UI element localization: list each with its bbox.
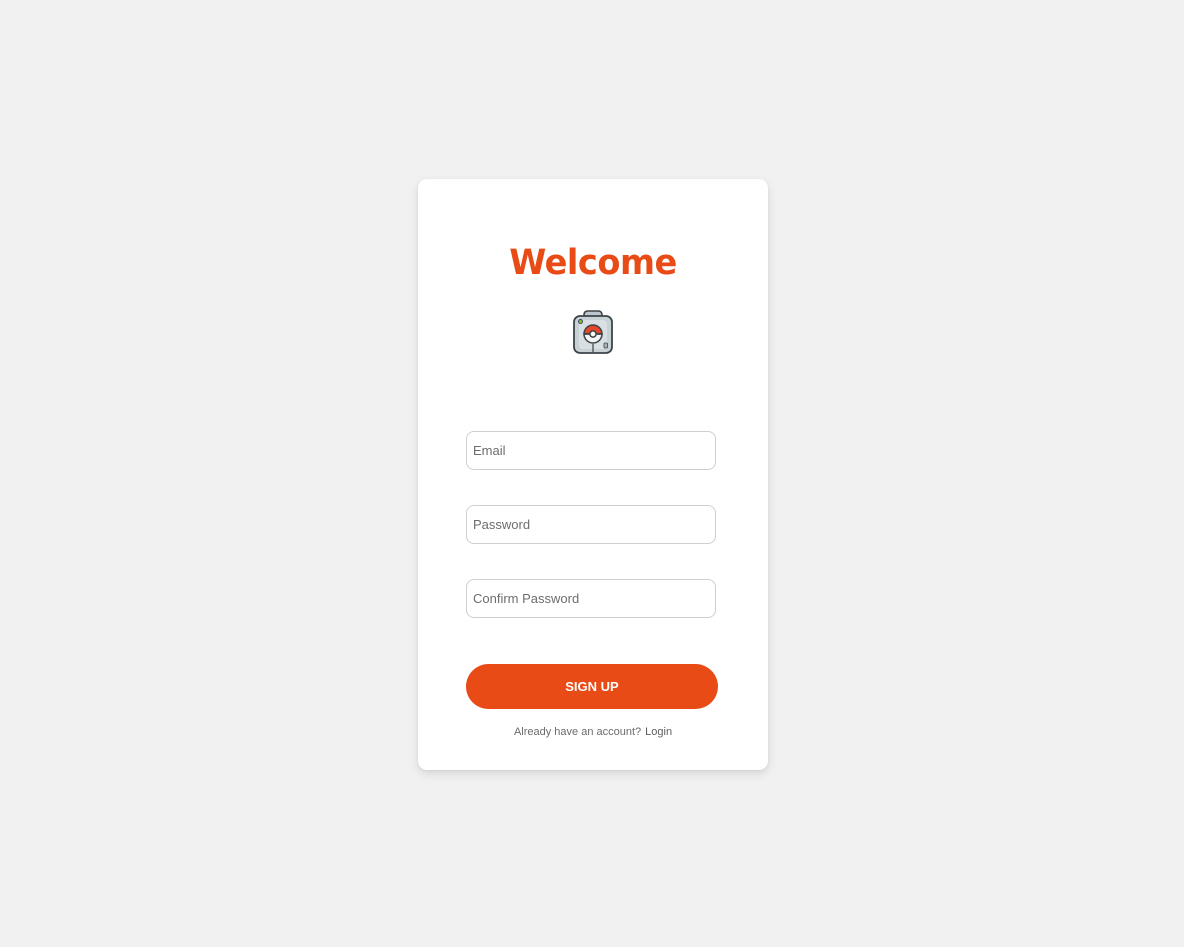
welcome-title: Welcome xyxy=(509,243,677,283)
confirm-password-field[interactable] xyxy=(466,579,716,618)
login-prompt: Already have an account? Login xyxy=(418,724,768,740)
signup-card: Welcome SIGN UP Already have an account?… xyxy=(418,179,768,770)
login-prompt-text: Already have an account? xyxy=(513,726,642,738)
sign-up-button[interactable]: SIGN UP xyxy=(466,664,718,709)
password-field[interactable] xyxy=(466,505,716,544)
login-link[interactable]: Login xyxy=(645,726,672,738)
pokedex-pokeball-icon xyxy=(573,310,613,354)
email-field[interactable] xyxy=(466,431,716,470)
